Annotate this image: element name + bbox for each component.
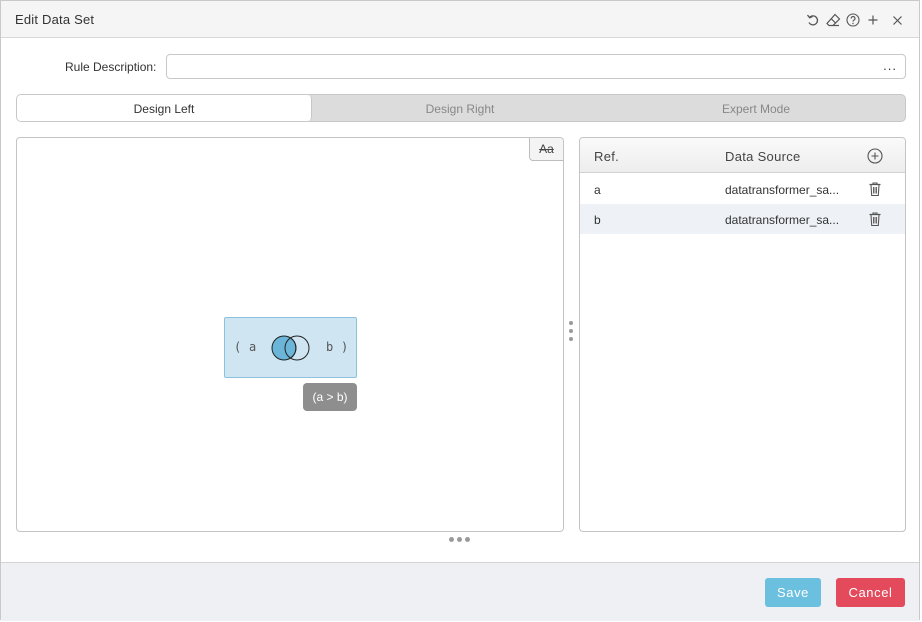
rule-description-more-button[interactable]: ... bbox=[883, 58, 897, 73]
font-toggle-button[interactable]: Aa bbox=[529, 138, 563, 161]
tab-expert-mode[interactable]: Expert Mode bbox=[609, 95, 903, 121]
cancel-button[interactable]: Cancel bbox=[836, 578, 905, 607]
row-ref: b bbox=[594, 213, 601, 227]
tab-design-right[interactable]: Design Right bbox=[313, 95, 607, 121]
dialog-title: Edit Data Set bbox=[15, 12, 95, 27]
vertical-splitter-handle[interactable] bbox=[568, 321, 574, 351]
row-ref: a bbox=[594, 183, 601, 197]
dialog-titlebar: Edit Data Set bbox=[1, 1, 919, 38]
save-button[interactable]: Save bbox=[765, 578, 821, 607]
edit-data-set-dialog: Edit Data Set Rule Description: ... Desi… bbox=[0, 0, 920, 621]
help-icon[interactable] bbox=[843, 10, 863, 30]
table-row[interactable]: a datatransformer_sa... bbox=[580, 174, 905, 204]
join-open-paren: ( bbox=[234, 340, 242, 354]
trash-icon[interactable] bbox=[868, 181, 882, 197]
column-header-ref: Ref. bbox=[594, 149, 620, 164]
references-table-header: Ref. Data Source bbox=[580, 138, 905, 173]
design-canvas[interactable]: Aa ( a b ) (a > b) bbox=[16, 137, 564, 532]
add-reference-icon[interactable] bbox=[866, 147, 884, 165]
rule-description-input[interactable]: ... bbox=[166, 54, 906, 79]
join-node[interactable]: ( a b ) bbox=[224, 317, 357, 378]
tab-design-left[interactable]: Design Left bbox=[17, 95, 312, 121]
design-mode-tabs: Design Left Design Right Expert Mode bbox=[16, 94, 906, 122]
venn-left-join-icon[interactable] bbox=[270, 334, 312, 362]
join-right-ref: b bbox=[326, 340, 334, 354]
plus-icon[interactable] bbox=[863, 10, 883, 30]
references-table: Ref. Data Source a datatransformer_sa...… bbox=[579, 137, 906, 532]
undo-icon[interactable] bbox=[803, 10, 823, 30]
trash-icon[interactable] bbox=[868, 211, 882, 227]
horizontal-splitter-handle[interactable] bbox=[449, 537, 473, 542]
close-icon[interactable] bbox=[887, 10, 907, 30]
row-data-source: datatransformer_sa... bbox=[725, 183, 840, 197]
join-left-ref: a bbox=[249, 340, 257, 354]
table-row[interactable]: b datatransformer_sa... bbox=[580, 204, 905, 234]
rule-description-label: Rule Description: bbox=[65, 60, 157, 74]
join-close-paren: ) bbox=[341, 340, 349, 354]
condition-expression-badge[interactable]: (a > b) bbox=[303, 383, 357, 411]
row-data-source: datatransformer_sa... bbox=[725, 213, 840, 227]
column-header-data-source: Data Source bbox=[725, 149, 801, 164]
titlebar-actions bbox=[803, 10, 907, 30]
dialog-footer: Save Cancel bbox=[1, 562, 919, 621]
eraser-icon[interactable] bbox=[823, 10, 843, 30]
